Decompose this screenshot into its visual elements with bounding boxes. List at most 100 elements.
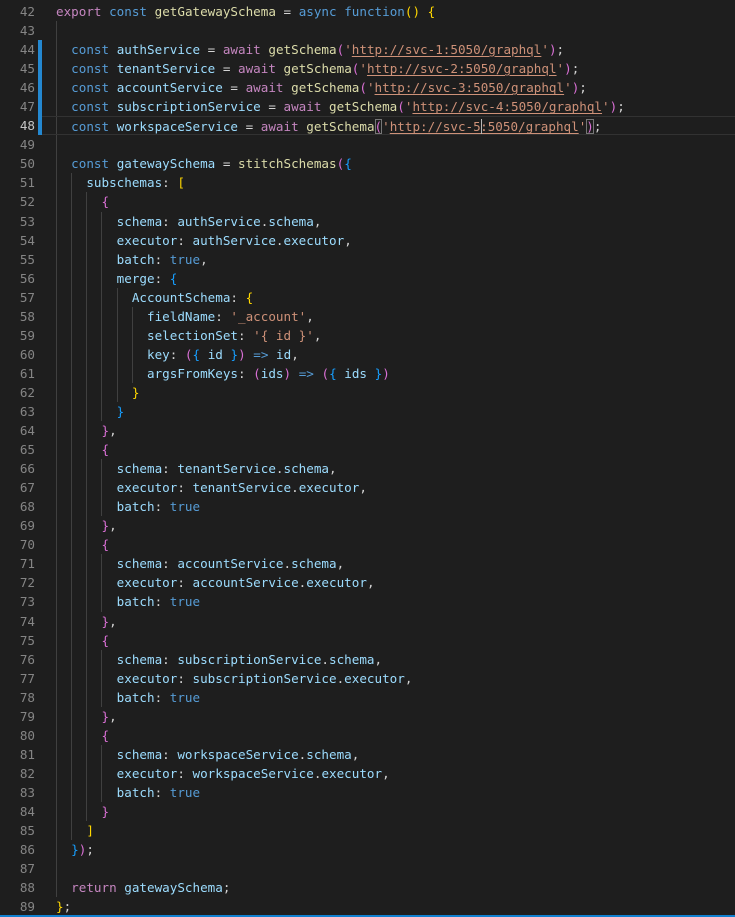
code-line[interactable]: 64 }, [0,421,735,440]
line-number[interactable]: 87 [0,859,35,878]
token [109,99,117,114]
line-number[interactable]: 48 [0,116,35,135]
code-line[interactable]: 59 selectionSet: '{ id }', [0,326,735,345]
code-line[interactable]: 87 [0,859,735,878]
code-line[interactable]: 63 } [0,402,735,421]
line-number[interactable]: 84 [0,802,35,821]
line-number[interactable]: 80 [0,726,35,745]
code-line[interactable]: 81 schema: workspaceService.schema, [0,745,735,764]
code-line[interactable]: 75 { [0,631,735,650]
line-number[interactable]: 49 [0,135,35,154]
token [56,823,86,838]
line-number[interactable]: 89 [0,897,35,916]
line-number[interactable]: 74 [0,612,35,631]
code-line[interactable]: 44 const authService = await getSchema('… [0,40,735,59]
code-line[interactable]: 77 executor: subscriptionService.executo… [0,669,735,688]
line-number[interactable]: 75 [0,631,35,650]
code-line[interactable]: 62 } [0,383,735,402]
line-number[interactable]: 81 [0,745,35,764]
line-number[interactable]: 46 [0,78,35,97]
code-line[interactable]: 56 merge: { [0,269,735,288]
line-number[interactable]: 76 [0,650,35,669]
line-number[interactable]: 65 [0,440,35,459]
line-number[interactable]: 55 [0,250,35,269]
line-number[interactable]: 63 [0,402,35,421]
code-line[interactable]: 50 const gatewaySchema = stitchSchemas({ [0,154,735,173]
line-number[interactable]: 42 [0,2,35,21]
line-number[interactable]: 54 [0,231,35,250]
code-line[interactable]: 83 batch: true [0,783,735,802]
line-number[interactable]: 64 [0,421,35,440]
code-line[interactable]: 49 [0,135,735,154]
line-number[interactable]: 82 [0,764,35,783]
line-number[interactable]: 45 [0,59,35,78]
line-number[interactable]: 52 [0,192,35,211]
code-line[interactable]: 48 const workspaceService = await getSch… [0,116,735,135]
code-line[interactable]: 85 ] [0,821,735,840]
line-number[interactable]: 79 [0,707,35,726]
code-line[interactable]: 86 }); [0,840,735,859]
line-number[interactable]: 69 [0,516,35,535]
token: merge [117,271,155,286]
line-number[interactable]: 47 [0,97,35,116]
code-line[interactable]: 61 argsFromKeys: (ids) => ({ ids }) [0,364,735,383]
code-line[interactable]: 60 key: ({ id }) => id, [0,345,735,364]
line-number[interactable]: 57 [0,288,35,307]
code-text: executor: subscriptionService.executor, [42,669,735,688]
code-line[interactable]: 89}; [0,897,735,916]
line-number[interactable]: 43 [0,21,35,40]
line-number[interactable]: 68 [0,497,35,516]
line-number[interactable]: 50 [0,154,35,173]
code-line[interactable]: 66 schema: tenantService.schema, [0,459,735,478]
line-number[interactable]: 73 [0,592,35,611]
code-line[interactable]: 73 batch: true [0,592,735,611]
line-number[interactable]: 58 [0,307,35,326]
line-number[interactable]: 72 [0,573,35,592]
line-number[interactable]: 78 [0,688,35,707]
code-line[interactable]: 69 }, [0,516,735,535]
line-number[interactable]: 60 [0,345,35,364]
code-line[interactable]: 42export const getGatewaySchema = async … [0,2,735,21]
code-line[interactable]: 88 return gatewaySchema; [0,878,735,897]
line-number[interactable]: 85 [0,821,35,840]
line-number[interactable]: 86 [0,840,35,859]
code-line[interactable]: 51 subschemas: [ [0,173,735,192]
line-number[interactable]: 59 [0,326,35,345]
code-line[interactable]: 47 const subscriptionService = await get… [0,97,735,116]
line-number[interactable]: 88 [0,878,35,897]
code-line[interactable]: 74 }, [0,612,735,631]
line-number[interactable]: 56 [0,269,35,288]
code-line[interactable]: 57 AccountSchema: { [0,288,735,307]
code-line[interactable]: 55 batch: true, [0,250,735,269]
line-number[interactable]: 67 [0,478,35,497]
line-number[interactable]: 53 [0,212,35,231]
line-number[interactable]: 62 [0,383,35,402]
line-number[interactable]: 61 [0,364,35,383]
code-line[interactable]: 72 executor: accountService.executor, [0,573,735,592]
code-line[interactable]: 58 fieldName: '_account', [0,307,735,326]
code-line[interactable]: 45 const tenantService = await getSchema… [0,59,735,78]
code-line[interactable]: 70 { [0,535,735,554]
code-line[interactable]: 71 schema: accountService.schema, [0,554,735,573]
code-line[interactable]: 54 executor: authService.executor, [0,231,735,250]
line-number[interactable]: 66 [0,459,35,478]
code-line[interactable]: 82 executor: workspaceService.executor, [0,764,735,783]
code-line[interactable]: 76 schema: subscriptionService.schema, [0,650,735,669]
line-number[interactable]: 83 [0,783,35,802]
code-line[interactable]: 67 executor: tenantService.executor, [0,478,735,497]
line-number[interactable]: 70 [0,535,35,554]
code-line[interactable]: 65 { [0,440,735,459]
code-line[interactable]: 78 batch: true [0,688,735,707]
line-number[interactable]: 77 [0,669,35,688]
code-line[interactable]: 46 const accountService = await getSchem… [0,78,735,97]
code-line[interactable]: 80 { [0,726,735,745]
code-line[interactable]: 53 schema: authService.schema, [0,212,735,231]
code-line[interactable]: 52 { [0,192,735,211]
line-number[interactable]: 51 [0,173,35,192]
code-line[interactable]: 68 batch: true [0,497,735,516]
code-line[interactable]: 84 } [0,802,735,821]
code-line[interactable]: 43 [0,21,735,40]
line-number[interactable]: 71 [0,554,35,573]
line-number[interactable]: 44 [0,40,35,59]
code-line[interactable]: 79 }, [0,707,735,726]
